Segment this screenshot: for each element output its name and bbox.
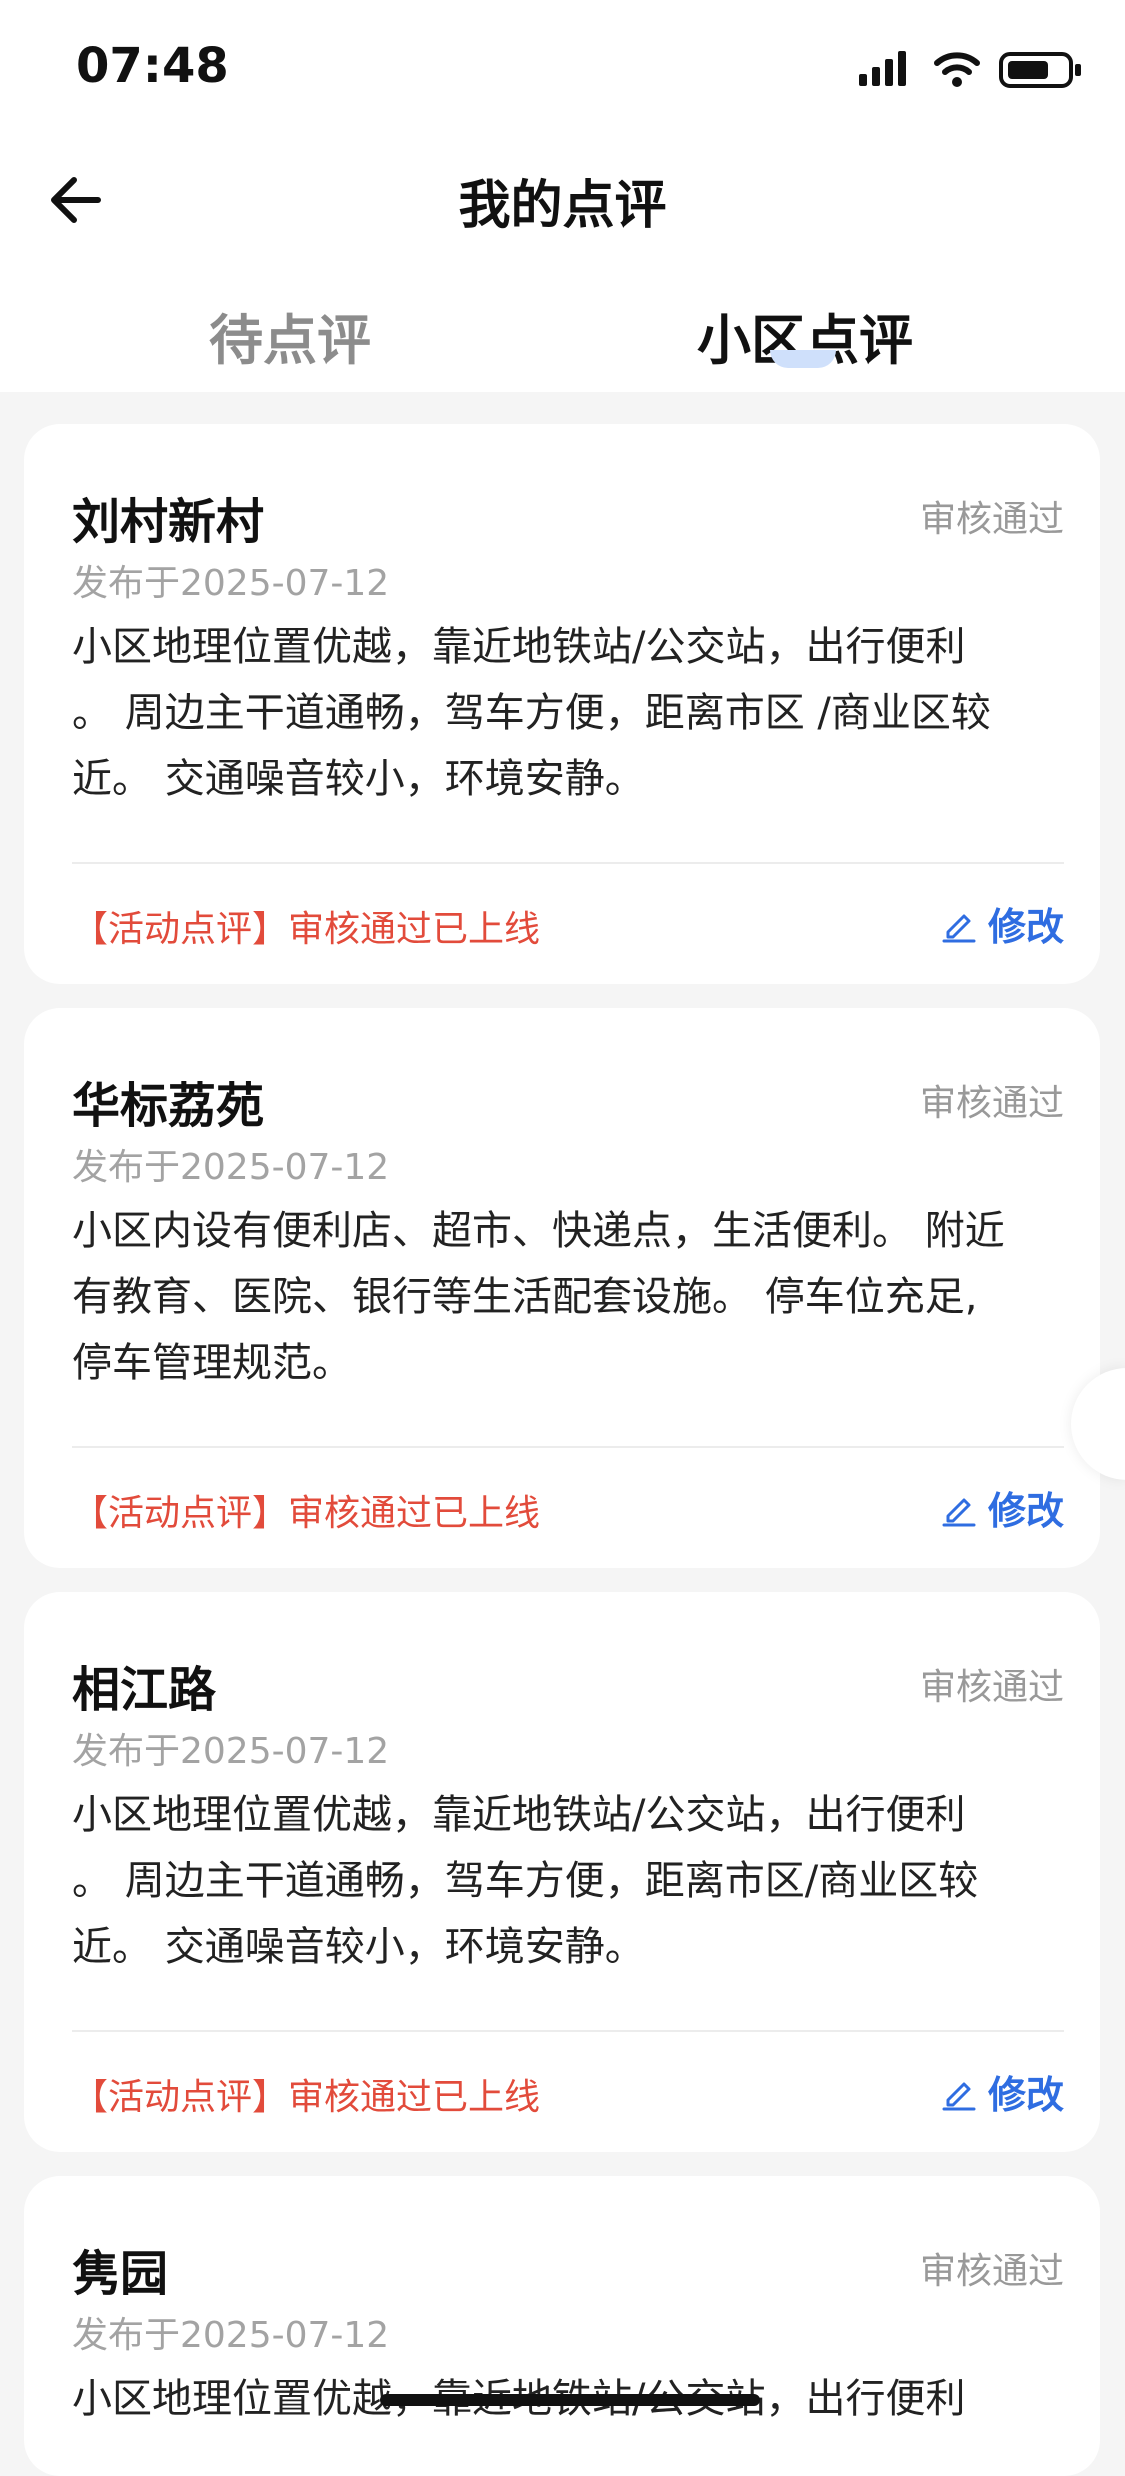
- review-text: 小区地理位置优越，靠近地铁站/公交站，出行便利 。 周边主干道通畅，驾车方便，距…: [72, 624, 991, 802]
- edit-pen-icon: [942, 914, 976, 942]
- community-name: 刘村新村: [72, 494, 265, 550]
- review-card: 华标荔苑 审核通过 发布于2025-07-12 小区内设有便利店、超市、快递点，…: [24, 1008, 1100, 1568]
- divider: [72, 2030, 1064, 2032]
- activity-tag: 【活动点评】审核通过已上线: [72, 909, 541, 950]
- edit-button[interactable]: 修改: [940, 896, 1064, 951]
- edit-label: 修改: [987, 1489, 1064, 1533]
- publish-date: 发布于2025-07-12: [72, 2315, 390, 2356]
- edit-button[interactable]: 修改: [940, 1480, 1064, 1535]
- battery-icon: [999, 52, 1081, 88]
- review-status: 审核通过: [919, 499, 1064, 540]
- publish-date: 发布于2025-07-12: [72, 1147, 390, 1188]
- edit-pen-icon: [942, 1498, 976, 1526]
- header-area: 07:48 我的点评 待点评 小区点评: [0, 0, 1125, 392]
- review-card: 隽园 审核通过 发布于2025-07-12 小区地理位置优越，靠近地铁站/公交站…: [24, 2176, 1100, 2476]
- edit-label: 修改: [987, 2073, 1064, 2117]
- review-status: 审核通过: [919, 1083, 1064, 1124]
- community-name: 华标荔苑: [72, 1078, 265, 1134]
- signal-icon: [859, 51, 906, 86]
- status-time: 07:48: [76, 38, 229, 94]
- edit-label: 修改: [987, 905, 1064, 949]
- review-text: 小区内设有便利店、超市、快递点，生活便利。 附近 有教育、医院、银行等生活配套设…: [72, 1208, 1005, 1386]
- tab-pending[interactable]: 待点评: [80, 296, 500, 375]
- divider: [72, 1446, 1064, 1448]
- review-status: 审核通过: [919, 2251, 1064, 2292]
- community-name: 相江路: [72, 1662, 217, 1718]
- review-text: 小区地理位置优越，靠近地铁站/公交站，出行便利 。 周边主干道通畅，驾车方便，距…: [72, 1792, 979, 1970]
- status-icons: [859, 51, 1081, 88]
- activity-tag: 【活动点评】审核通过已上线: [72, 2077, 541, 2118]
- activity-tag: 【活动点评】审核通过已上线: [72, 1493, 541, 1534]
- community-name: 隽园: [72, 2246, 169, 2302]
- edit-pen-icon: [942, 2082, 976, 2110]
- tab-active-indicator: [770, 350, 836, 368]
- edit-button[interactable]: 修改: [940, 2064, 1064, 2119]
- publish-date: 发布于2025-07-12: [72, 563, 390, 604]
- review-status: 审核通过: [919, 1667, 1064, 1708]
- review-card: 相江路 审核通过 发布于2025-07-12 小区地理位置优越，靠近地铁站/公交…: [24, 1592, 1100, 2152]
- page-title: 我的点评: [458, 176, 667, 236]
- home-indicator: [380, 2394, 760, 2406]
- divider: [72, 862, 1064, 864]
- wifi-icon: [934, 52, 980, 87]
- review-card: 刘村新村 审核通过 发布于2025-07-12 小区地理位置优越，靠近地铁站/公…: [24, 424, 1100, 984]
- publish-date: 发布于2025-07-12: [72, 1731, 390, 1772]
